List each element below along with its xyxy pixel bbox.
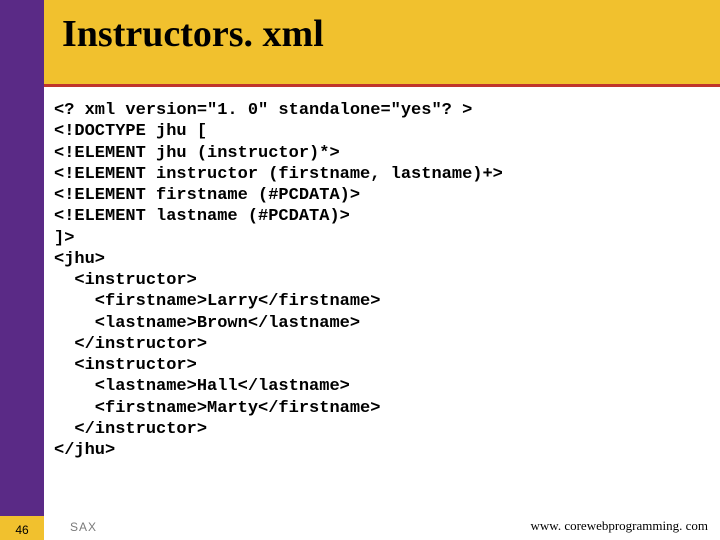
footer: 46 SAX www. corewebprogramming. com <box>0 502 720 540</box>
page-number: 46 <box>0 523 44 537</box>
page-title: Instructors. xml <box>62 12 324 56</box>
footer-left-label: SAX <box>70 520 97 534</box>
code-block: <? xml version="1. 0" standalone="yes"? … <box>54 100 503 461</box>
slide: Instructors. xml <? xml version="1. 0" s… <box>0 0 720 540</box>
footer-right-label: www. corewebprogramming. com <box>531 518 709 534</box>
header-red-line <box>44 84 720 87</box>
left-strip <box>0 0 44 540</box>
